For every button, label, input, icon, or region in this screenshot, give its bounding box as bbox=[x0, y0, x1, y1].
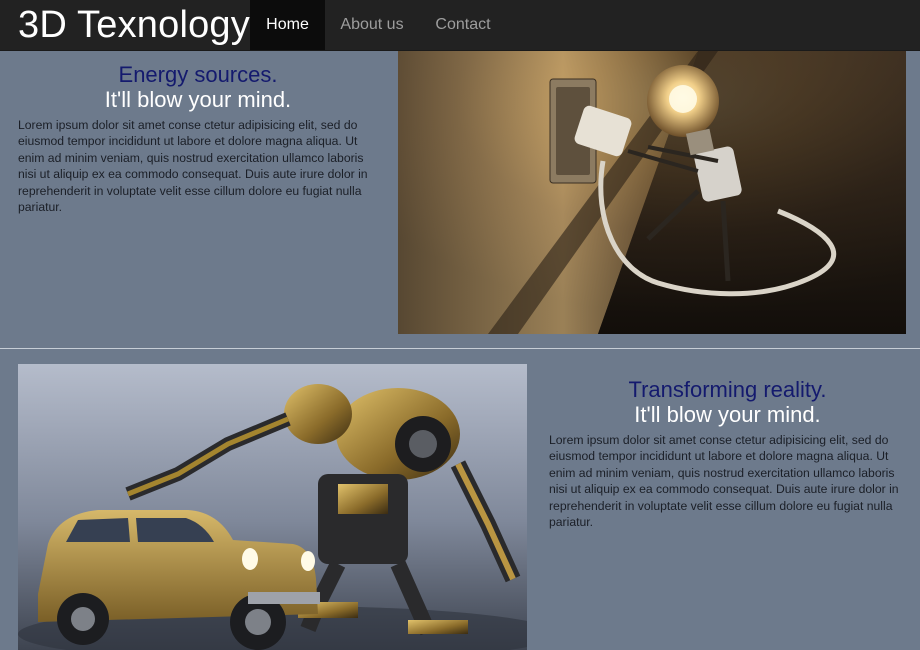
site-brand[interactable]: 3D Texnology bbox=[18, 3, 250, 47]
feature-headline: Transforming reality. bbox=[628, 377, 827, 402]
feature-headline: Energy sources. bbox=[118, 62, 278, 87]
nav-link-about-us[interactable]: About us bbox=[328, 0, 416, 50]
feature-text-block: Transforming reality. It'll blow your mi… bbox=[549, 378, 906, 530]
feature-body-text: Lorem ipsum dolor sit amet conse ctetur … bbox=[18, 118, 368, 215]
feature-text-block: Energy sources. It'll blow your mind. Lo… bbox=[18, 63, 378, 215]
robot-transformer-and-car-image bbox=[18, 364, 527, 650]
section-divider bbox=[0, 348, 920, 349]
feature-section-transforming: Transforming reality. It'll blow your mi… bbox=[0, 350, 920, 650]
feature-section-energy: Energy sources. It'll blow your mind. Lo… bbox=[0, 51, 920, 348]
nav-link-contact[interactable]: Contact bbox=[420, 0, 506, 50]
robot-lightbulb-plugging-in-image bbox=[398, 51, 906, 334]
feature-body-text: Lorem ipsum dolor sit amet conse ctetur … bbox=[549, 433, 899, 530]
feature-tagline: It'll blow your mind. bbox=[104, 87, 292, 112]
nav-link-home[interactable]: Home bbox=[250, 0, 325, 50]
top-navbar: 3D Texnology Home About us Contact bbox=[0, 0, 920, 51]
feature-tagline: It'll blow your mind. bbox=[634, 402, 821, 427]
